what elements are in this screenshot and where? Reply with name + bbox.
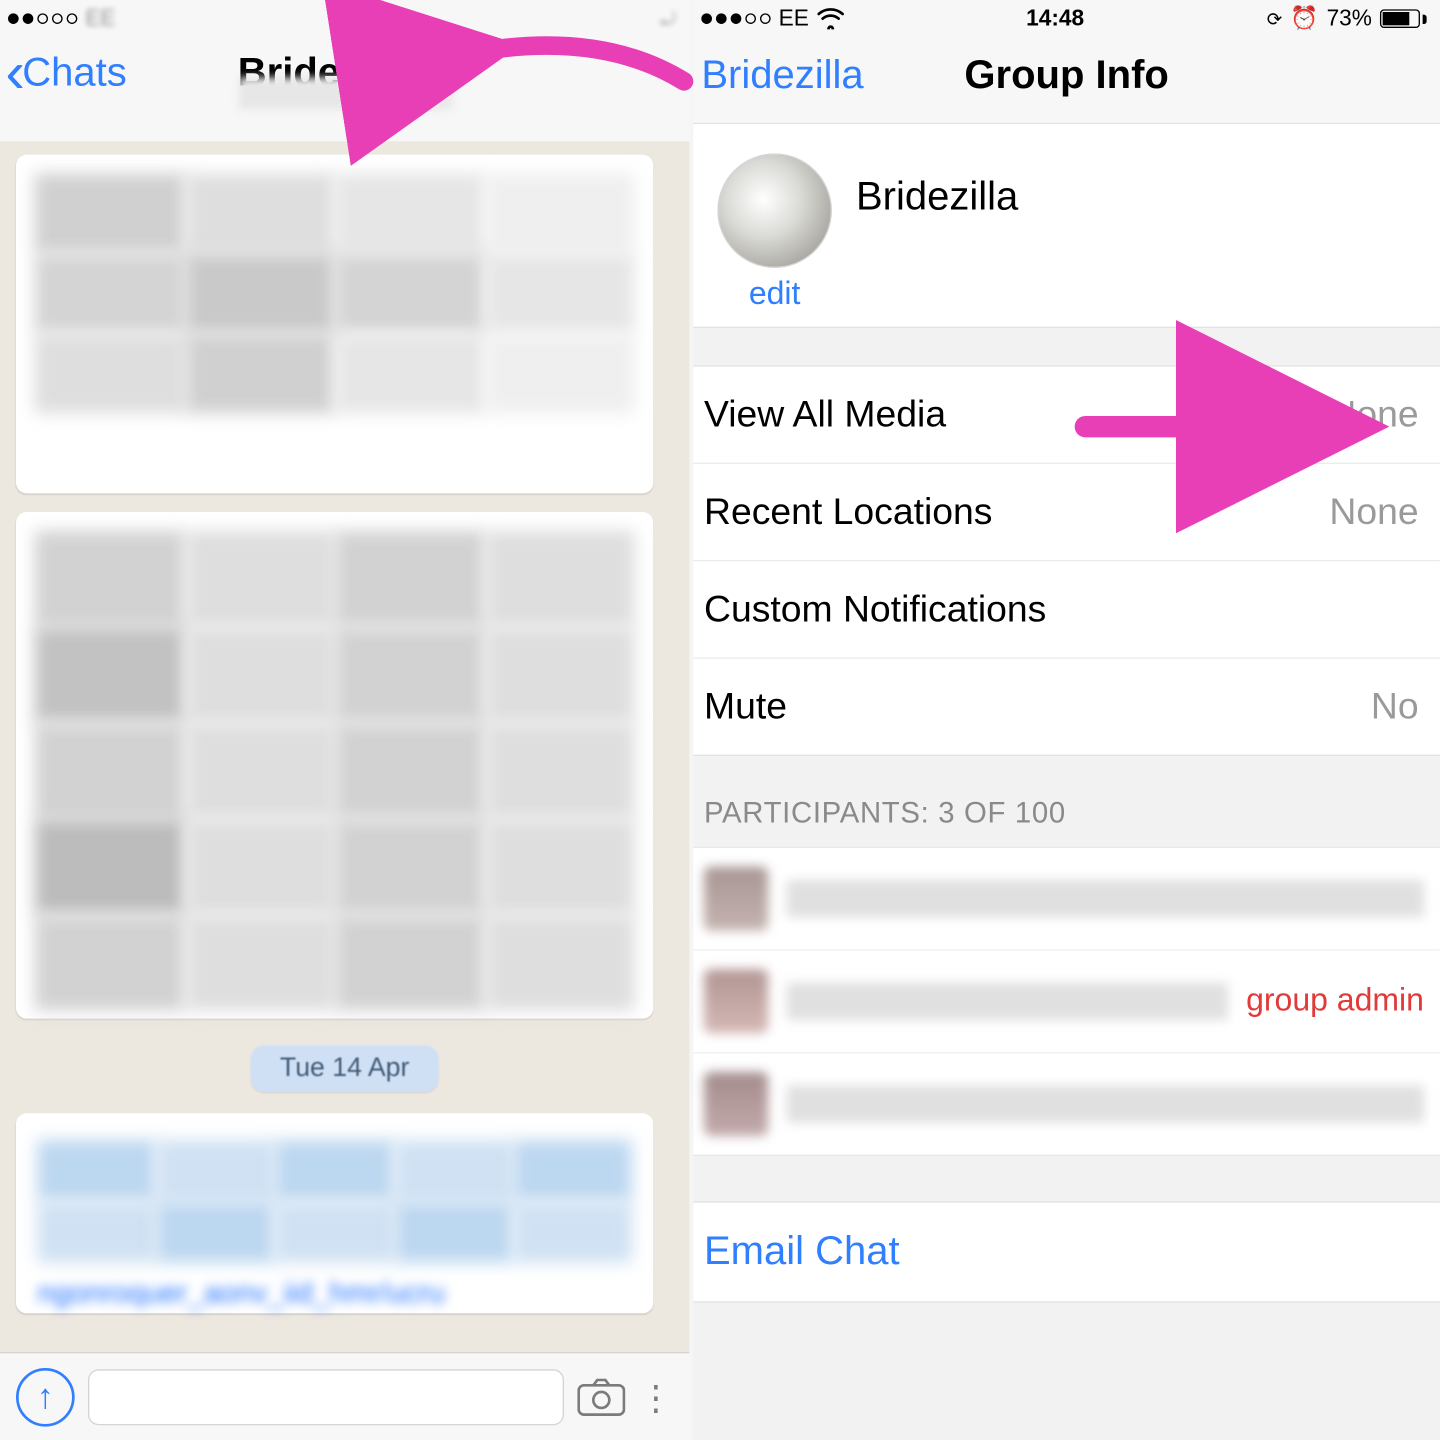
back-to-chats-button[interactable]: ‹ Chats xyxy=(5,51,126,96)
alarm-icon: ⏰ xyxy=(1290,5,1318,32)
participant-name-redacted xyxy=(787,880,1424,917)
participant-name-redacted xyxy=(787,983,1228,1020)
message-bubble[interactable]: ngonroquer_aonv_iid_hmr/ucru xyxy=(16,1113,653,1313)
message-input[interactable] xyxy=(88,1369,564,1425)
chat-messages[interactable]: Tue 14 Apr ngonroquer_aonv_iid_hmr/ucru xyxy=(0,141,689,1352)
signal-strength-icon xyxy=(8,13,77,24)
participant-avatar xyxy=(704,867,768,931)
row-value: None xyxy=(1329,491,1418,534)
group-name[interactable]: Bridezilla xyxy=(856,153,1416,220)
date-separator: Tue 14 Apr xyxy=(251,1045,439,1092)
recent-locations-row[interactable]: Recent Locations None xyxy=(693,464,1440,561)
back-to-chat-button[interactable]: Bridezilla xyxy=(701,53,863,98)
row-label: Custom Notifications xyxy=(704,588,1046,631)
row-value: None xyxy=(1329,393,1418,436)
participant-row[interactable]: group admin xyxy=(693,951,1440,1054)
battery-percent: 73% xyxy=(1327,5,1372,32)
participant-name-redacted xyxy=(787,1085,1424,1122)
camera-icon xyxy=(577,1378,625,1415)
status-bar-left: EE ⤾ xyxy=(0,0,689,37)
participant-avatar xyxy=(704,1072,768,1136)
message-bubble[interactable] xyxy=(16,512,653,1019)
group-info-navbar: Bridezilla Group Info xyxy=(693,37,1440,122)
participants-header: PARTICIPANTS: 3 OF 100 xyxy=(693,756,1440,847)
group-avatar[interactable] xyxy=(717,153,832,268)
carrier-label: EE xyxy=(779,5,809,32)
clock: 14:48 xyxy=(1026,5,1084,32)
edit-group-button[interactable]: edit xyxy=(749,276,801,313)
signal-strength-icon xyxy=(701,13,770,24)
arrow-up-icon: ↑ xyxy=(37,1376,54,1417)
page-title: Group Info xyxy=(964,53,1168,98)
wifi-icon xyxy=(817,8,844,29)
mute-row[interactable]: Mute No xyxy=(693,659,1440,755)
participant-avatar xyxy=(704,969,768,1033)
compose-bar: ↑ ⋮ xyxy=(0,1352,689,1440)
participant-row[interactable] xyxy=(693,1053,1440,1154)
participant-row[interactable] xyxy=(693,848,1440,951)
send-button[interactable]: ↑ xyxy=(16,1367,75,1426)
row-value: No xyxy=(1371,685,1419,728)
camera-button[interactable] xyxy=(577,1378,625,1415)
message-bubble[interactable] xyxy=(16,155,653,494)
orientation-lock-icon: ⟳ xyxy=(1267,7,1283,30)
email-chat-button[interactable]: Email Chat xyxy=(693,1201,1440,1302)
participants-list: group admin xyxy=(693,847,1440,1156)
chat-navbar: ‹ Chats Bridezilla xyxy=(0,37,689,109)
message-link[interactable]: ngonroquer_aonv_iid_hmr/ucru xyxy=(37,1276,632,1311)
row-label: View All Media xyxy=(704,393,946,436)
status-bar-right: EE 14:48 ⟳ ⏰ 73% xyxy=(693,0,1440,37)
group-admin-badge: group admin xyxy=(1246,983,1424,1020)
custom-notifications-row[interactable]: Custom Notifications xyxy=(693,561,1440,658)
chat-subtitle-redacted xyxy=(238,77,451,109)
row-label: Mute xyxy=(704,685,787,728)
row-label: Recent Locations xyxy=(704,491,992,534)
chat-screen: EE ⤾ ‹ Chats Bridezilla xyxy=(0,0,693,1440)
group-settings: View All Media None Recent Locations Non… xyxy=(693,365,1440,756)
group-info-screen: EE 14:48 ⟳ ⏰ 73% Bridezilla Group Info xyxy=(693,0,1440,1440)
carrier-label: EE xyxy=(85,5,115,32)
orientation-lock-icon: ⤾ xyxy=(660,7,676,30)
view-all-media-row[interactable]: View All Media None xyxy=(693,367,1440,464)
back-label: Chats xyxy=(22,51,126,96)
group-header: edit Bridezilla xyxy=(693,123,1440,328)
battery-icon xyxy=(1380,9,1427,28)
